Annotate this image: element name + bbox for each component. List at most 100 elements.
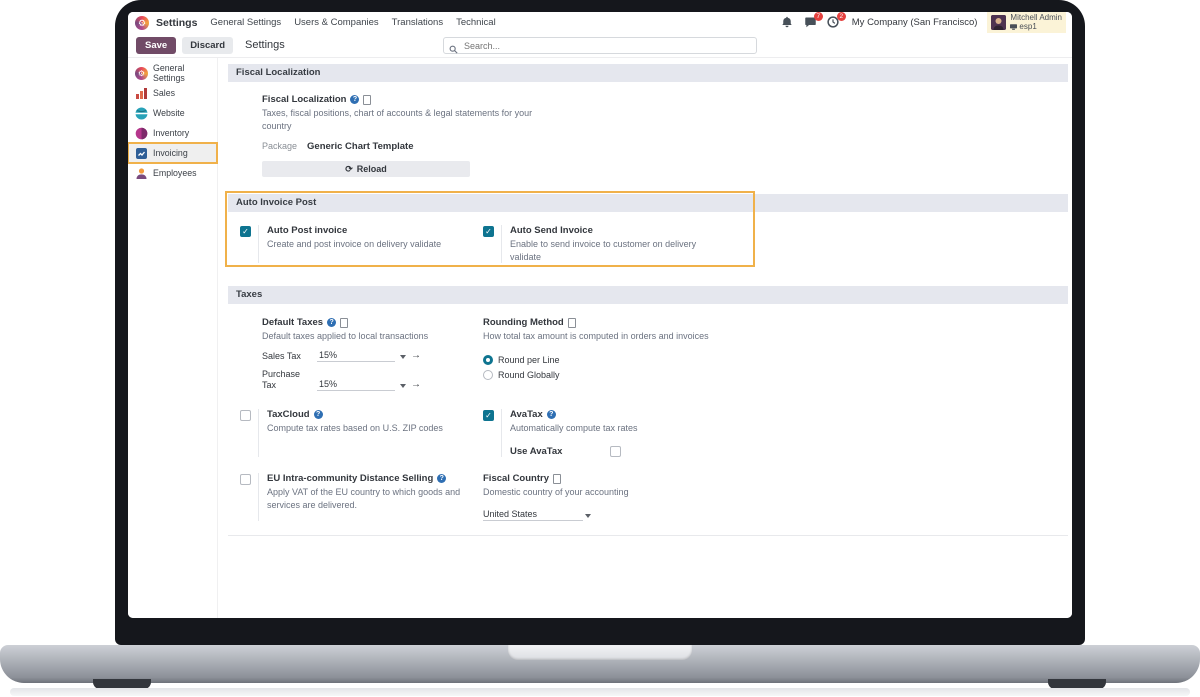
default-taxes-title: Default Taxes	[262, 317, 324, 329]
inventory-icon	[135, 127, 148, 140]
breadcrumb: Settings	[245, 39, 285, 51]
help-icon[interactable]: ?	[546, 409, 556, 419]
use-avatax-checkbox[interactable]	[610, 446, 622, 458]
use-avatax-label: Use AvaTax	[510, 445, 563, 457]
taxcloud-option: TaxCloud ? Compute tax rates based on U.…	[240, 408, 483, 458]
round-per-line-radio[interactable]	[483, 354, 493, 365]
sidebar-item-inventory[interactable]: Inventory	[128, 123, 217, 143]
fiscal-localization-description: Taxes, fiscal positions, chart of accoun…	[262, 108, 533, 131]
dropdown-caret-icon[interactable]	[400, 383, 406, 388]
fiscal-country-description: Domestic country of your accounting	[483, 487, 629, 498]
documentation-book-icon[interactable]	[567, 317, 576, 328]
section-header-taxes: Taxes	[228, 286, 1068, 305]
taxes-row-3: EU Intra-community Distance Selling ? Ap…	[228, 457, 1068, 521]
content-divider	[228, 534, 1068, 536]
sidebar-item-employees[interactable]: Employees	[128, 163, 217, 183]
avatax-description: Automatically compute tax rates	[510, 422, 638, 433]
sidebar-item-general-settings[interactable]: ⚙ General Settings	[128, 63, 217, 83]
company-switcher[interactable]: My Company (San Francisco)	[852, 17, 978, 28]
invoicing-icon	[135, 147, 148, 160]
avatax-checkbox[interactable]: ✓	[483, 409, 494, 421]
default-taxes-description: Default taxes applied to local transacti…	[262, 331, 429, 342]
menu-translations[interactable]: Translations	[392, 17, 443, 28]
documentation-book-icon[interactable]	[340, 317, 349, 328]
documentation-book-icon[interactable]	[553, 473, 561, 484]
messages-badge: 7	[813, 12, 823, 21]
app-name[interactable]: Settings	[156, 17, 197, 29]
fiscal-localization-block: Fiscal Localization ? Taxes, fiscal posi…	[262, 94, 562, 178]
fiscal-localization-title: Fiscal Localization	[262, 94, 347, 105]
settings-main: Fiscal Localization Fiscal Localization …	[218, 58, 1072, 618]
help-icon[interactable]: ?	[437, 474, 447, 484]
top-nav: ⚙ Settings General Settings Users & Comp…	[128, 12, 1072, 33]
menu-users-companies[interactable]: Users & Companies	[294, 17, 378, 28]
search-input[interactable]	[443, 37, 757, 54]
help-icon[interactable]: ?	[350, 95, 360, 104]
avatax-title: AvaTax	[510, 408, 543, 420]
eu-distance-selling-checkbox[interactable]	[240, 474, 251, 486]
help-icon[interactable]: ?	[313, 409, 323, 419]
employees-icon	[135, 167, 148, 180]
sidebar-item-website[interactable]: Website	[128, 103, 217, 123]
settings-sidebar: ⚙ General Settings Sales Website Invento…	[128, 58, 218, 618]
messages-icon[interactable]: 7	[804, 12, 823, 29]
sales-tax-field[interactable]: 15%	[317, 350, 395, 362]
internal-link-arrow-icon[interactable]: →	[411, 350, 421, 361]
section-header-auto-invoice-post: Auto Invoice Post	[228, 194, 1068, 213]
taxcloud-description: Compute tax rates based on U.S. ZIP code…	[267, 422, 443, 433]
round-globally-label: Round Globally	[498, 369, 560, 380]
help-icon[interactable]: ?	[327, 318, 337, 328]
auto-post-invoice-checkbox[interactable]: ✓	[240, 226, 251, 238]
auto-post-invoice-description: Create and post invoice on delivery vali…	[267, 239, 442, 250]
dropdown-caret-icon[interactable]	[585, 513, 591, 518]
round-globally-radio[interactable]	[483, 369, 493, 380]
sidebar-item-sales[interactable]: Sales	[128, 83, 217, 103]
section-header-fiscal-localization: Fiscal Localization	[228, 64, 1068, 82]
search-icon	[449, 41, 458, 59]
rounding-method-title: Rounding Method	[483, 317, 564, 329]
save-button[interactable]: Save	[136, 36, 177, 54]
taxcloud-title: TaxCloud	[267, 408, 310, 420]
gear-icon: ⚙	[135, 66, 148, 80]
taxes-row-1: Default Taxes ? Default taxes applied to…	[228, 304, 1068, 391]
notifications-bell-icon[interactable]	[781, 16, 794, 29]
rounding-method-description: How total tax amount is computed in orde…	[483, 331, 709, 342]
sidebar-item-invoicing[interactable]: Invoicing	[128, 142, 218, 164]
auto-send-invoice-option: ✓ Auto Send Invoice Enable to send invoi…	[483, 225, 726, 264]
laptop-notch	[508, 645, 692, 660]
purchase-tax-label: Purchase Tax	[262, 368, 301, 390]
menu-general-settings[interactable]: General Settings	[210, 17, 281, 28]
eu-distance-selling-option: EU Intra-community Distance Selling ? Ap…	[240, 473, 483, 521]
reload-button[interactable]: ⟳ Reload	[262, 161, 470, 178]
menu-technical[interactable]: Technical	[456, 17, 496, 28]
package-value[interactable]: Generic Chart Template	[307, 141, 413, 152]
refresh-icon: ⟳	[345, 163, 353, 174]
purchase-tax-field[interactable]: 15%	[317, 379, 395, 391]
monitor-icon	[1010, 23, 1018, 30]
sales-tax-label: Sales Tax	[262, 351, 301, 362]
eu-distance-selling-title: EU Intra-community Distance Selling	[267, 473, 434, 485]
auto-post-invoice-option: ✓ Auto Post invoice Create and post invo…	[240, 225, 483, 264]
taxcloud-checkbox[interactable]	[240, 409, 251, 421]
fiscal-country-title: Fiscal Country	[483, 473, 549, 485]
auto-send-invoice-checkbox[interactable]: ✓	[483, 226, 494, 238]
user-avatar	[991, 15, 1007, 30]
auto-send-invoice-description: Enable to send invoice to customer on de…	[510, 239, 697, 262]
odoo-settings-app-icon[interactable]: ⚙	[135, 15, 149, 30]
round-per-line-label: Round per Line	[498, 354, 560, 365]
discard-button[interactable]: Discard	[182, 36, 234, 54]
internal-link-arrow-icon[interactable]: →	[411, 379, 421, 390]
screen: ⚙ Settings General Settings Users & Comp…	[128, 12, 1072, 618]
documentation-book-icon[interactable]	[363, 94, 372, 105]
auto-post-invoice-label: Auto Post invoice	[267, 225, 348, 237]
activities-badge: 2	[836, 12, 846, 21]
avatax-option: ✓ AvaTax ? Automatically compute tax rat…	[483, 408, 726, 458]
systray: 7 2 My Company (San Francisco) Mitchell …	[781, 12, 1066, 33]
user-menu[interactable]: Mitchell Admin esp1	[987, 12, 1066, 33]
fiscal-country-select[interactable]: United States	[483, 509, 583, 521]
dropdown-caret-icon[interactable]	[400, 354, 406, 359]
package-label: Package	[262, 141, 298, 152]
eu-distance-selling-description: Apply VAT of the EU country to which goo…	[267, 487, 461, 510]
activities-clock-icon[interactable]: 2	[827, 12, 846, 29]
laptop-mockup: ⚙ Settings General Settings Users & Comp…	[0, 0, 1200, 697]
